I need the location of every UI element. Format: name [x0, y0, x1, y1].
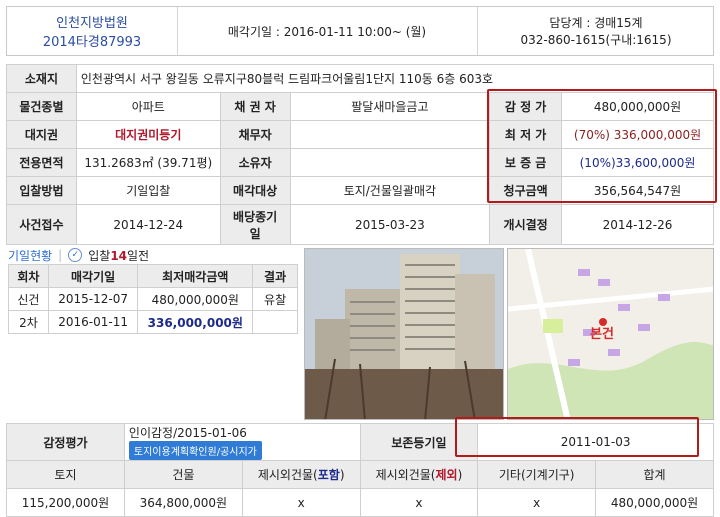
court-block: 인천지방법원 2014타경87993	[7, 7, 178, 55]
building-photo-graphic	[305, 249, 503, 419]
debtor-value	[289, 120, 491, 149]
receipt-label: 사건접수	[6, 204, 77, 245]
col-min-price: 최저매각금액	[137, 264, 254, 288]
table-row: 115,200,000원 364,800,000원 x x x 480,000,…	[6, 488, 714, 517]
col-total: 합계	[595, 460, 714, 489]
owner-label: 소유자	[219, 148, 291, 177]
result-cell: 유찰	[252, 287, 298, 311]
bid-method-label: 입찰방법	[6, 176, 77, 205]
col-machinery: 기타(기계기구)	[477, 460, 597, 489]
col-land: 토지	[6, 460, 125, 489]
col-extra-included: 제시외건물(포함)	[241, 460, 361, 489]
date-cell: 2016-01-11	[47, 310, 139, 334]
appraisal-detail-cell: 인이감정/2015-01-06 토지이용계획확인원/공시지가	[123, 423, 361, 461]
type-label: 물건종별	[6, 92, 77, 121]
bidding-header-row: 회차 매각기일 최저매각금액 결과	[8, 264, 298, 288]
area-label: 전용면적	[6, 148, 77, 177]
court-name: 인천지방법원	[56, 16, 128, 31]
land-value: 115,200,000원	[6, 488, 125, 517]
owner-value	[289, 148, 491, 177]
creditor-label: 채 권 자	[219, 92, 291, 121]
appraisal-detail-label: 감정평가	[6, 423, 125, 461]
bid-method-value: 기일입찰	[75, 176, 221, 205]
col-round: 회차	[8, 264, 49, 288]
round-cell: 2차	[8, 310, 49, 334]
receipt-value: 2014-12-24	[75, 204, 221, 245]
case-number: 2014타경87993	[42, 35, 142, 50]
building-value: 364,800,000원	[123, 488, 243, 517]
price-cell: 336,000,000원	[137, 310, 254, 334]
registration-highlight-box	[455, 417, 699, 457]
check-icon: ✓	[68, 248, 83, 262]
col-result: 결과	[252, 264, 298, 288]
land-right-label: 대지권	[6, 120, 77, 149]
col-date: 매각기일	[47, 264, 139, 288]
extra-included-value: x	[241, 488, 361, 517]
area-value: 131.2683㎡ (39.71평)	[75, 148, 221, 177]
phone: 032-860-1615(구내:1615)	[520, 33, 672, 47]
creditor-value: 팔달새마을금고	[289, 92, 491, 121]
col-building: 건물	[123, 460, 243, 489]
price-cell: 480,000,000원	[137, 287, 254, 311]
dividend-value: 2015-03-23	[289, 204, 491, 245]
table-row: 신건 2015-12-07 480,000,000원 유찰	[8, 287, 298, 311]
type-value: 아파트	[75, 92, 221, 121]
case-header: 인천지방법원 2014타경87993 매각기일 : 2016-01-11 10:…	[6, 6, 714, 56]
target-value: 토지/건물일괄매각	[289, 176, 491, 205]
start-label: 개시결정	[489, 204, 563, 245]
location-map[interactable]: 본건	[507, 248, 714, 420]
start-value: 2014-12-26	[561, 204, 714, 245]
bidding-table: 회차 매각기일 최저매각금액 결과 신건 2015-12-07 480,000,…	[8, 264, 298, 334]
date-cell: 2015-12-07	[47, 287, 139, 311]
debtor-label: 채무자	[219, 120, 291, 149]
price-highlight-box	[487, 89, 717, 203]
total-value: 480,000,000원	[595, 488, 714, 517]
bidding-status-header: 기일현황 | ✓ 입찰14일전	[8, 248, 150, 263]
target-label: 매각대상	[219, 176, 291, 205]
machinery-value: x	[477, 488, 597, 517]
appraisal-firm: 인이감정/2015-01-06	[128, 426, 247, 440]
map-marker-label: 본건	[590, 327, 614, 342]
bidding-status-title: 기일현황	[8, 248, 53, 263]
round-cell: 신건	[8, 287, 49, 311]
col-extra-excluded: 제시외건물(제외)	[359, 460, 479, 489]
officer: 담당계 : 경매15계	[549, 16, 643, 30]
extra-excluded-value: x	[359, 488, 479, 517]
appraisal-header-row: 토지 건물 제시외건물(포함) 제시외건물(제외) 기타(기계기구) 합계	[6, 460, 714, 489]
land-use-plan-button[interactable]: 토지이용계획확인원/공시지가	[128, 441, 262, 460]
property-photo[interactable]	[304, 248, 504, 420]
sale-date: 매각기일 : 2016-01-11 10:00~ (월)	[177, 7, 478, 55]
dividend-label: 배당종기일	[219, 204, 291, 245]
contact-block: 담당계 : 경매15계 032-860-1615(구내:1615)	[477, 7, 715, 55]
address-label: 소재지	[6, 64, 77, 93]
dday-text: 입찰14일전	[88, 248, 150, 263]
table-row: 2차 2016-01-11 336,000,000원	[8, 310, 298, 334]
land-right-value: 대지권미등기	[75, 120, 221, 149]
result-cell	[252, 310, 298, 334]
